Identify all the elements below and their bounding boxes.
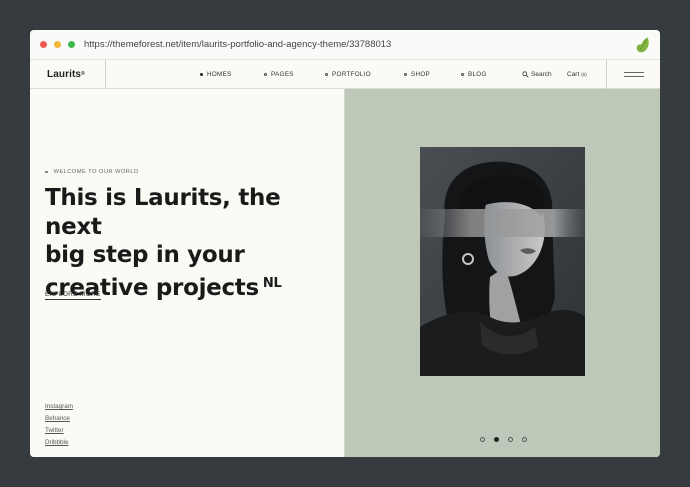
slider-dot-4[interactable]	[522, 437, 527, 442]
hamburger-menu-button[interactable]	[606, 60, 660, 89]
main-nav: HOMES PAGES PORTFOLIO SHOP BLOG Search C…	[30, 60, 660, 89]
hamburger-line	[623, 76, 644, 77]
slider-pagination	[480, 437, 527, 442]
social-link-twitter[interactable]: Twitter	[45, 425, 73, 437]
social-link-instagram[interactable]: Instagram	[45, 401, 73, 413]
eyebrow-text: WELCOME TO OUR WORLD	[53, 169, 139, 175]
social-link-dribbble[interactable]: Dribbble	[45, 437, 73, 449]
hero-left-panel: WELCOME TO OUR WORLD This is Laurits, th…	[30, 89, 345, 457]
search-icon	[522, 71, 529, 78]
hero-portrait-image	[420, 147, 585, 376]
nav-bullet-icon	[461, 73, 464, 76]
minimize-window-dot[interactable]	[54, 41, 61, 48]
social-links: Instagram Behance Twitter Dribbble	[45, 401, 73, 449]
nav-item-portfolio[interactable]: PORTFOLIO	[325, 60, 371, 89]
nav-bullet-icon	[200, 73, 203, 76]
nav-item-pages[interactable]: PAGES	[264, 60, 294, 89]
cart-count: (0)	[581, 72, 587, 77]
envato-leaf-icon[interactable]	[636, 37, 650, 53]
nav-item-blog[interactable]: BLOG	[461, 60, 487, 89]
hero-right-panel	[345, 89, 660, 457]
cart-button[interactable]: Cart (0)	[567, 60, 587, 89]
headline-line-1: This is Laurits, the next	[45, 185, 281, 240]
hero-headline: This is Laurits, the next big step in yo…	[45, 184, 335, 302]
nav-item-shop[interactable]: SHOP	[404, 60, 430, 89]
search-button[interactable]: Search	[522, 60, 552, 89]
maximize-window-dot[interactable]	[68, 41, 75, 48]
headline-line-2: big step in your	[45, 242, 245, 268]
site-header: Laurits ® HOMES PAGES PORTFOLIO SHOP BLOG	[30, 60, 660, 89]
eyebrow-square-icon	[45, 170, 48, 174]
search-label: Search	[531, 71, 552, 78]
nav-bullet-icon	[404, 73, 407, 76]
url-text[interactable]: https://themeforest.net/item/laurits-por…	[84, 39, 391, 50]
headline-superscript: NL	[262, 275, 282, 291]
slider-dot-1[interactable]	[480, 437, 485, 442]
nav-label: BLOG	[468, 71, 487, 78]
nav-label: HOMES	[207, 71, 232, 78]
hero-eyebrow: WELCOME TO OUR WORLD	[45, 169, 139, 175]
social-link-behance[interactable]: Behance	[45, 413, 73, 425]
close-window-dot[interactable]	[40, 41, 47, 48]
nav-bullet-icon	[325, 73, 328, 76]
browser-window: https://themeforest.net/item/laurits-por…	[30, 30, 660, 457]
explore-more-link[interactable]: EXPLORE MORE	[45, 291, 101, 300]
nav-bullet-icon	[264, 73, 267, 76]
nav-label: PAGES	[271, 71, 294, 78]
browser-url-bar: https://themeforest.net/item/laurits-por…	[30, 30, 660, 60]
slider-dot-3[interactable]	[508, 437, 513, 442]
slider-dot-2-active[interactable]	[494, 437, 499, 442]
nav-item-homes[interactable]: HOMES	[200, 60, 232, 89]
hamburger-line	[623, 72, 644, 73]
nav-label: SHOP	[411, 71, 431, 78]
cart-label: Cart	[567, 71, 580, 78]
nav-label: PORTFOLIO	[332, 71, 371, 78]
